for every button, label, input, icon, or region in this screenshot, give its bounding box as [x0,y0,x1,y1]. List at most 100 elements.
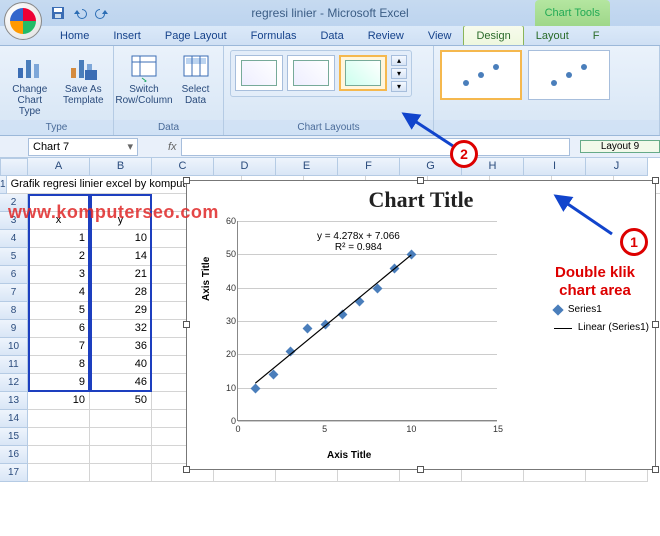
cell[interactable] [28,446,90,464]
template-icon [67,50,99,82]
select-all-corner[interactable] [0,158,28,176]
gallery-up-icon[interactable]: ▴ [391,55,407,66]
row-head[interactable]: 14 [0,410,28,428]
row-head[interactable]: 17 [0,464,28,482]
change-chart-type-button[interactable]: Change Chart Type [6,50,54,117]
cell[interactable]: 3 [28,266,90,284]
trendline-equation[interactable]: y = 4.278x + 7.066 R² = 0.984 [317,231,400,253]
cell[interactable] [28,410,90,428]
tab-page-layout[interactable]: Page Layout [153,26,239,45]
annotation-text: Double klik chart area [540,264,650,300]
cell[interactable]: 21 [90,266,152,284]
cell[interactable]: 10 [28,392,90,410]
row-head[interactable]: 7 [0,284,28,302]
col-D[interactable]: D [214,158,276,176]
cell[interactable]: 7 [28,338,90,356]
tab-design[interactable]: Design [463,25,523,45]
cell[interactable]: 28 [90,284,152,302]
label: Save As Template [60,84,108,106]
row-head[interactable]: 8 [0,302,28,320]
col-B[interactable]: B [90,158,152,176]
tab-home[interactable]: Home [48,26,101,45]
gallery-more-icon[interactable]: ▾ [391,81,407,92]
cell[interactable] [90,464,152,482]
tab-insert[interactable]: Insert [101,26,153,45]
formula-bar[interactable] [181,138,570,156]
col-C[interactable]: C [152,158,214,176]
save-as-template-button[interactable]: Save As Template [60,50,108,106]
col-I[interactable]: I [524,158,586,176]
cell[interactable]: 50 [90,392,152,410]
row-head[interactable]: 6 [0,266,28,284]
cell[interactable]: 9 [28,374,90,392]
layout-thumb-1[interactable] [235,55,283,91]
cell[interactable]: 14 [90,248,152,266]
tab-format[interactable]: F [581,26,612,45]
row-head[interactable]: 4 [0,230,28,248]
group-chart-styles-label [434,120,659,135]
chart-tools-label: Chart Tools [535,0,610,26]
cell[interactable]: 32 [90,320,152,338]
cell[interactable] [28,464,90,482]
tab-view[interactable]: View [416,26,464,45]
row-head[interactable]: 5 [0,248,28,266]
col-A[interactable]: A [28,158,90,176]
row-head[interactable]: 11 [0,356,28,374]
cell[interactable]: 40 [90,356,152,374]
fx-icon[interactable]: fx [168,141,177,153]
cell[interactable]: 1 [28,230,90,248]
ribbon: Change Chart Type Save As Template Type … [0,46,660,136]
layout-9-label: Layout 9 [580,140,660,153]
cell[interactable]: 2 [28,248,90,266]
series-marker-icon [552,304,563,315]
cell[interactable] [90,410,152,428]
tab-review[interactable]: Review [356,26,416,45]
ribbon-tabs: Home Insert Page Layout Formulas Data Re… [0,26,660,46]
switch-icon [128,50,160,82]
cell[interactable]: 5 [28,302,90,320]
tab-data[interactable]: Data [308,26,355,45]
label: Select Data [174,84,217,106]
annotation-2: 2 [450,140,478,168]
chart-legend[interactable]: Series1 Linear (Series1) [554,301,649,337]
layout-thumb-3[interactable] [339,55,387,91]
gallery-down-icon[interactable]: ▾ [391,68,407,79]
label: Switch Row/Column [115,84,172,106]
cell[interactable]: 46 [90,374,152,392]
y-axis-title[interactable]: Axis Title [201,257,212,301]
cell[interactable]: 36 [90,338,152,356]
col-J[interactable]: J [586,158,648,176]
annotation-1: 1 [620,228,648,256]
cell[interactable]: 6 [28,320,90,338]
office-button[interactable] [4,2,42,40]
x-axis-title[interactable]: Axis Title [327,450,371,461]
tab-formulas[interactable]: Formulas [239,26,309,45]
row-head[interactable]: 16 [0,446,28,464]
layout-thumb-2[interactable] [287,55,335,91]
row-head[interactable]: 10 [0,338,28,356]
chart-style-1[interactable] [440,50,522,100]
row-head[interactable]: 9 [0,320,28,338]
chart-type-icon [14,50,46,82]
cell[interactable] [28,428,90,446]
label: Change Chart Type [6,84,54,117]
cell[interactable]: 8 [28,356,90,374]
cell[interactable]: 29 [90,302,152,320]
row-head[interactable]: 13 [0,392,28,410]
select-data-button[interactable]: Select Data [174,50,217,106]
cell[interactable]: 4 [28,284,90,302]
name-box[interactable]: Chart 7▾ [28,138,138,156]
cell[interactable]: 10 [90,230,152,248]
chart-layouts-gallery[interactable]: ▴ ▾ ▾ [230,50,412,97]
cell[interactable] [90,446,152,464]
col-F[interactable]: F [338,158,400,176]
col-E[interactable]: E [276,158,338,176]
row-head[interactable]: 12 [0,374,28,392]
cell[interactable] [90,428,152,446]
watermark-text: www.komputerseo.com [8,202,219,223]
switch-row-column-button[interactable]: Switch Row/Column [120,50,168,106]
line-icon [554,328,572,329]
tab-layout[interactable]: Layout [524,26,581,45]
chart-style-2[interactable] [528,50,610,100]
row-head[interactable]: 15 [0,428,28,446]
